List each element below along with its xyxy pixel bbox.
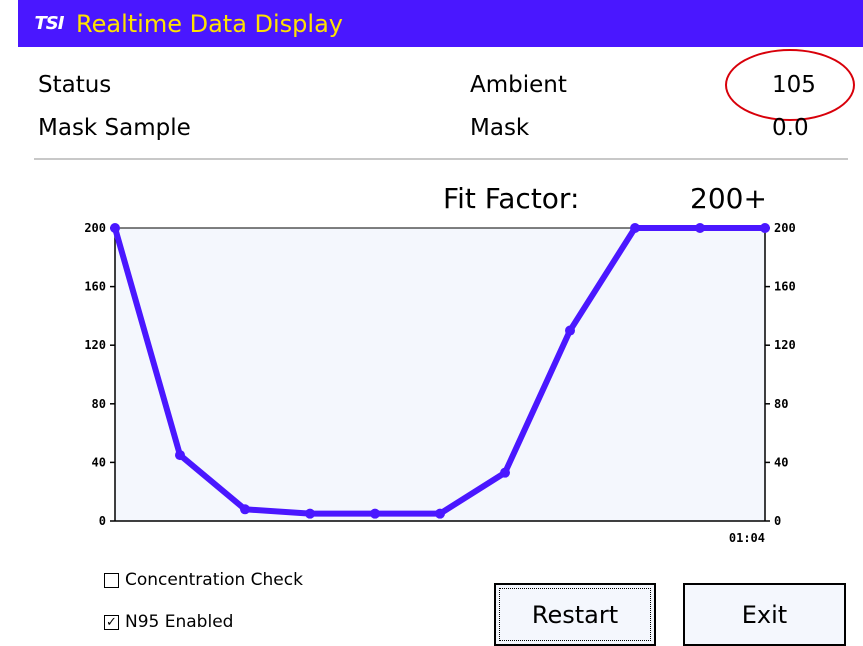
y-tick-label-right: 120 (774, 338, 796, 352)
y-tick-label-left: 80 (92, 397, 106, 411)
n95-enabled-label: N95 Enabled (125, 612, 234, 632)
mask-value: 0.0 (772, 115, 809, 141)
n95-enabled-option[interactable]: ✓ N95 Enabled (104, 612, 233, 632)
data-point (240, 504, 250, 515)
y-tick-label-right: 80 (774, 397, 788, 411)
concentration-check-option[interactable]: Concentration Check (104, 570, 303, 590)
data-point (630, 223, 640, 233)
status-label: Status (38, 72, 112, 98)
data-point (305, 508, 315, 519)
concentration-check-label: Concentration Check (125, 570, 303, 590)
y-tick-label-right: 160 (774, 280, 796, 294)
concentration-check-checkbox[interactable] (104, 572, 119, 588)
y-tick-label-left: 40 (92, 455, 106, 469)
exit-button-label: Exit (741, 600, 788, 629)
fit-factor-chart: 0 0 40 40 80 80 120 120 160 160 200 200 01:04 (84, 221, 796, 545)
y-tick-label-left: 200 (84, 221, 106, 235)
data-point (565, 325, 575, 336)
tsi-logo: TSI (34, 13, 65, 34)
y-tick-label-left: 0 (99, 514, 106, 528)
data-point (760, 223, 770, 233)
mask-sample-label: Mask Sample (38, 115, 191, 141)
restart-button[interactable]: Restart (494, 583, 656, 646)
y-tick-label-right: 0 (774, 514, 781, 528)
ambient-label: Ambient (470, 72, 567, 98)
plot-area (115, 228, 765, 521)
title-bar: TSI Realtime Data Display (18, 0, 863, 47)
n95-enabled-checkbox[interactable]: ✓ (104, 614, 119, 630)
y-tick-label-left: 120 (84, 338, 106, 352)
ambient-highlight-circle (725, 49, 855, 121)
y-tick-label-left: 160 (84, 280, 106, 294)
x-end-label: 01:04 (729, 531, 765, 545)
data-point (500, 467, 510, 478)
divider (34, 158, 848, 160)
y-tick-label-right: 200 (774, 221, 796, 235)
data-point (110, 223, 120, 233)
y-tick-label-right: 40 (774, 455, 788, 469)
exit-button[interactable]: Exit (683, 583, 846, 646)
data-point (695, 223, 705, 233)
window-title: Realtime Data Display (76, 9, 343, 38)
mask-label: Mask (470, 115, 530, 141)
data-point (370, 508, 380, 519)
data-point (435, 508, 445, 519)
data-point (175, 450, 185, 461)
